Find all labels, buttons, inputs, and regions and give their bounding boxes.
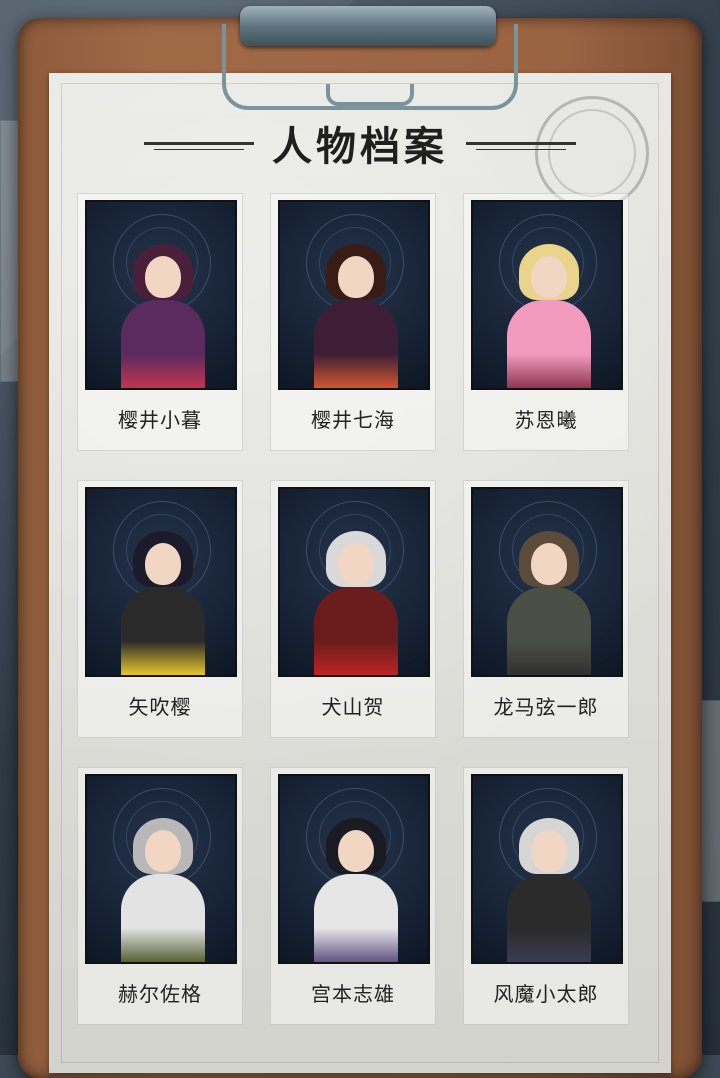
clipboard-clip [222,6,518,110]
character-figure [115,238,211,388]
page-title: 人物档案 [272,123,448,170]
character-figure [501,812,597,962]
character-figure [501,525,597,675]
character-card[interactable]: 矢吹樱 [77,480,243,738]
title-divider-left [144,141,254,150]
character-figure [115,525,211,675]
character-portrait [471,774,623,964]
character-figure [308,238,404,388]
character-name: 犬山贺 [321,695,385,719]
character-name: 赫尔佐格 [118,982,202,1006]
character-grid: 樱井小暮 樱井七海 苏恩曦 矢吹樱 犬山贺 龙马弦一郎 赫尔佐格 宫本志雄 风魔… [77,193,645,1025]
character-name: 龙马弦一郎 [493,695,599,719]
header: 人物档案 [49,112,671,174]
character-portrait [85,487,237,677]
title-divider-right [466,141,576,150]
clip-bar [240,6,496,46]
character-name: 苏恩曦 [514,408,578,432]
character-name: 樱井七海 [311,408,395,432]
character-card[interactable]: 龙马弦一郎 [463,480,629,738]
character-portrait [278,487,430,677]
character-card[interactable]: 宫本志雄 [270,767,436,1025]
character-name: 樱井小暮 [118,408,202,432]
character-portrait [471,487,623,677]
character-portrait [278,200,430,390]
character-figure [501,238,597,388]
character-name: 宫本志雄 [311,982,395,1006]
character-card[interactable]: 苏恩曦 [463,193,629,451]
character-portrait [85,774,237,964]
character-figure [308,812,404,962]
character-card[interactable]: 樱井小暮 [77,193,243,451]
character-portrait [278,774,430,964]
character-figure [115,812,211,962]
character-portrait [85,200,237,390]
character-figure [308,525,404,675]
character-card[interactable]: 风魔小太郎 [463,767,629,1025]
character-name: 风魔小太郎 [493,982,599,1006]
character-card[interactable]: 犬山贺 [270,480,436,738]
character-card[interactable]: 赫尔佐格 [77,767,243,1025]
character-card[interactable]: 樱井七海 [270,193,436,451]
character-portrait [471,200,623,390]
character-name: 矢吹樱 [128,695,192,719]
